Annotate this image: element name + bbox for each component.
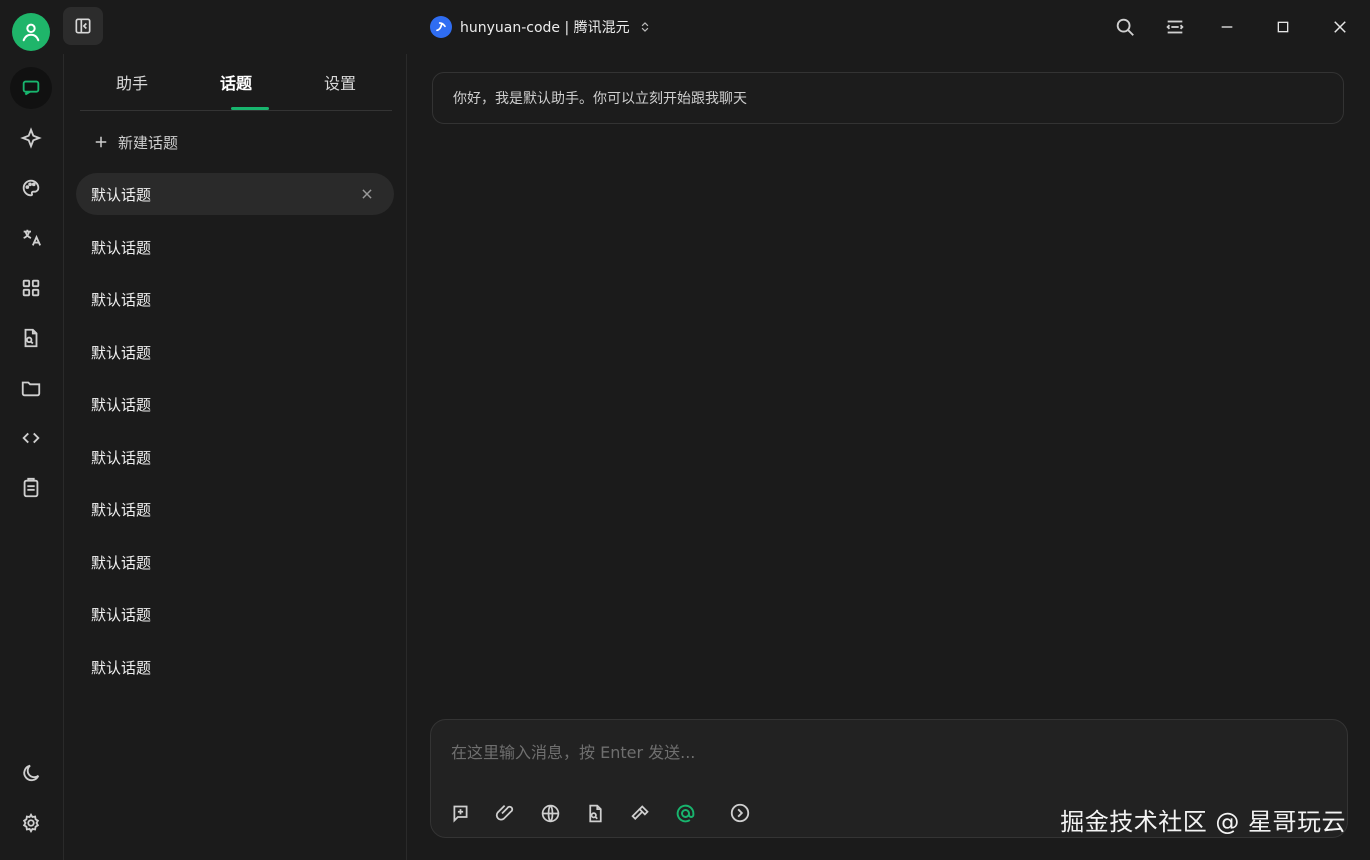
topic-item[interactable]: 默认话题 <box>76 646 394 688</box>
panel-tabs: 助手 话题 设置 <box>80 54 392 111</box>
layout-toggle-button[interactable] <box>1162 14 1188 40</box>
tools-button[interactable] <box>627 800 653 826</box>
topic-item[interactable]: 默认话题 <box>76 226 394 268</box>
maximize-icon <box>1275 19 1291 35</box>
topic-panel: 助手 话题 设置 新建话题 默认话题 默认话题 默认话题 默认话题 默认话题 默… <box>64 54 407 860</box>
minimize-button[interactable] <box>1214 14 1240 40</box>
add-topic-icon <box>450 803 471 824</box>
chevron-up-down-icon <box>638 20 652 34</box>
chat-area: 你好，我是默认助手。你可以立刻开始跟我聊天 <box>407 54 1370 860</box>
palette-rail-button[interactable] <box>10 167 52 209</box>
topic-item[interactable]: 默认话题 <box>76 383 394 425</box>
topic-item[interactable]: 默认话题 <box>76 436 394 478</box>
folder-rail-button[interactable] <box>10 367 52 409</box>
chat-rail-button[interactable] <box>10 67 52 109</box>
sidebar-toggle-icon <box>73 16 93 36</box>
topic-label: 默认话题 <box>91 448 152 467</box>
topic-item[interactable]: 默认话题 <box>76 278 394 320</box>
topic-label: 默认话题 <box>91 553 152 572</box>
topic-label: 默认话题 <box>91 343 152 362</box>
moon-icon <box>20 762 42 784</box>
globe-icon <box>540 803 561 824</box>
hunyuan-logo-icon <box>430 16 452 38</box>
chat-bubble-icon <box>20 77 42 99</box>
topic-item[interactable]: 默认话题 <box>76 173 394 215</box>
topic-label: 默认话题 <box>91 500 152 519</box>
knowledge-base-button[interactable] <box>582 800 608 826</box>
user-icon <box>20 21 42 43</box>
title-bar: hunyuan-code | 腾讯混元 <box>0 0 1370 55</box>
web-search-button[interactable] <box>537 800 563 826</box>
message-input[interactable] <box>449 739 1273 765</box>
attach-button[interactable] <box>492 800 518 826</box>
search-icon <box>1114 16 1136 38</box>
new-topic-label: 新建话题 <box>118 133 179 152</box>
topic-item[interactable]: 默认话题 <box>76 593 394 635</box>
topic-label: 默认话题 <box>91 238 152 257</box>
settings-rail-button[interactable] <box>10 802 52 844</box>
minimize-icon <box>1219 19 1235 35</box>
new-topic-button[interactable]: 新建话题 <box>92 130 178 154</box>
gear-icon <box>20 812 42 834</box>
topic-item[interactable]: 默认话题 <box>76 488 394 530</box>
clipboard-rail-button[interactable] <box>10 467 52 509</box>
clipboard-icon <box>20 477 42 499</box>
sidebar-toggle-button[interactable] <box>63 7 103 45</box>
translate-rail-button[interactable] <box>10 217 52 259</box>
code-icon <box>20 427 42 449</box>
tab-topics[interactable]: 话题 <box>184 70 288 94</box>
maximize-button[interactable] <box>1270 14 1296 40</box>
at-sign-icon <box>675 803 696 824</box>
model-selector[interactable]: hunyuan-code | 腾讯混元 <box>430 14 652 40</box>
paperclip-icon <box>495 803 516 824</box>
tab-assistant[interactable]: 助手 <box>80 70 184 94</box>
topic-label: 默认话题 <box>91 605 152 624</box>
close-window-button[interactable] <box>1327 14 1353 40</box>
theme-toggle-button[interactable] <box>10 752 52 794</box>
code-rail-button[interactable] <box>10 417 52 459</box>
document-search-icon <box>20 327 42 349</box>
translate-icon <box>20 227 42 249</box>
topic-label: 默认话题 <box>91 658 152 677</box>
plus-icon <box>92 133 110 151</box>
chevron-right-circle-icon <box>729 802 751 824</box>
topic-item[interactable]: 默认话题 <box>76 331 394 373</box>
sparkle-rail-button[interactable] <box>10 117 52 159</box>
apps-rail-button[interactable] <box>10 267 52 309</box>
tab-settings[interactable]: 设置 <box>288 70 392 94</box>
sparkle-icon <box>20 127 42 149</box>
palette-icon <box>20 177 42 199</box>
topic-label: 默认话题 <box>91 290 152 309</box>
close-icon[interactable] <box>360 187 374 201</box>
topic-item[interactable]: 默认话题 <box>76 541 394 583</box>
watermark-text: 掘金技术社区 @ 星哥玩云 <box>1060 808 1346 836</box>
active-tab-indicator <box>231 107 269 110</box>
left-icon-rail <box>0 54 64 860</box>
topic-label: 默认话题 <box>91 185 152 204</box>
apps-grid-icon <box>20 277 42 299</box>
hammer-icon <box>630 803 651 824</box>
document-search-rail-button[interactable] <box>10 317 52 359</box>
model-name: hunyuan-code | 腾讯混元 <box>460 20 630 36</box>
welcome-message: 你好，我是默认助手。你可以立刻开始跟我聊天 <box>432 72 1344 124</box>
close-icon <box>1331 18 1349 36</box>
folder-icon <box>20 377 42 399</box>
topic-label: 默认话题 <box>91 395 152 414</box>
more-tools-button[interactable] <box>727 800 753 826</box>
new-topic-tool-button[interactable] <box>447 800 473 826</box>
expand-icon <box>1164 16 1186 38</box>
document-search-icon <box>585 803 606 824</box>
search-button[interactable] <box>1112 14 1138 40</box>
mention-button[interactable] <box>672 800 698 826</box>
user-avatar[interactable] <box>12 13 50 51</box>
